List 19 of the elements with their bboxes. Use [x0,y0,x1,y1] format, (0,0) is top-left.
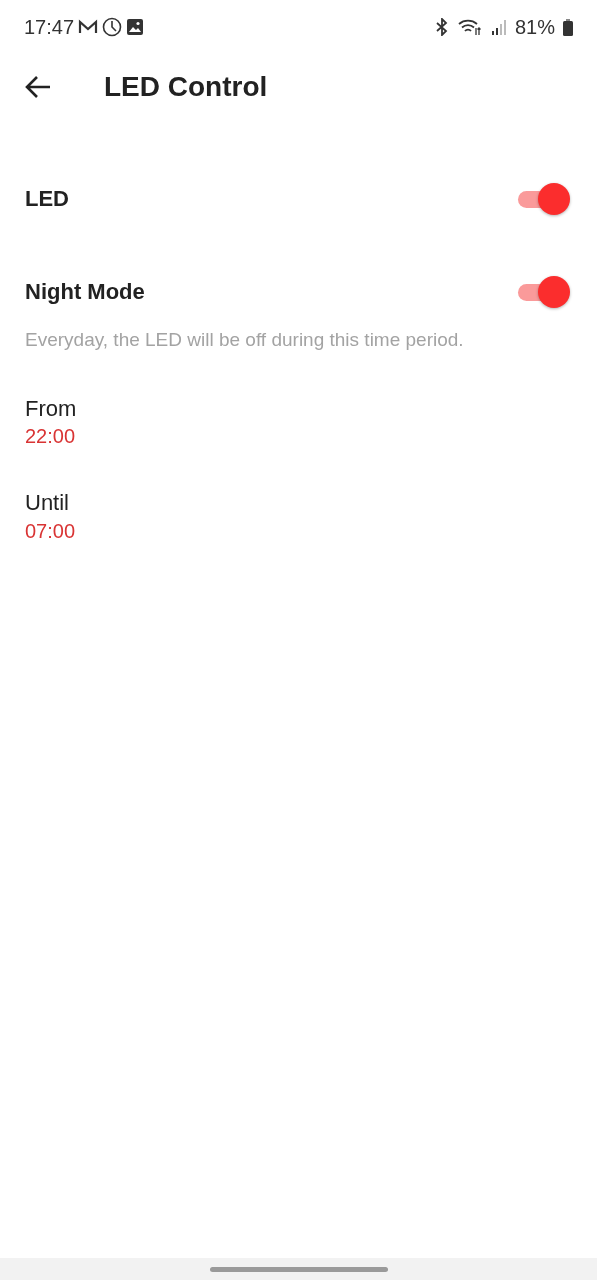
bluetooth-icon [434,18,449,36]
description-text: Everyday, the LED will be off during this time period. [24,328,465,352]
home-handle[interactable] [209,1266,388,1272]
battery-percent: 81% [514,15,555,40]
battery-icon [563,18,573,36]
signal-icon [490,19,507,35]
screen-title: LED Control [104,70,268,104]
time-value[interactable]: 07:00 [25,517,572,544]
setting-label: LED [25,185,69,213]
image-icon [126,18,145,36]
time-label[interactable]: Until [25,489,572,518]
status-time: 17:47 [24,15,75,40]
back-arrow-icon[interactable] [24,75,52,99]
setting-label: Night Mode [25,278,145,306]
time-value[interactable]: 22:00 [25,423,572,450]
clock-icon [102,17,123,37]
time-label[interactable]: From [25,394,572,424]
mail-icon [78,19,99,35]
wifi-icon [456,18,483,36]
